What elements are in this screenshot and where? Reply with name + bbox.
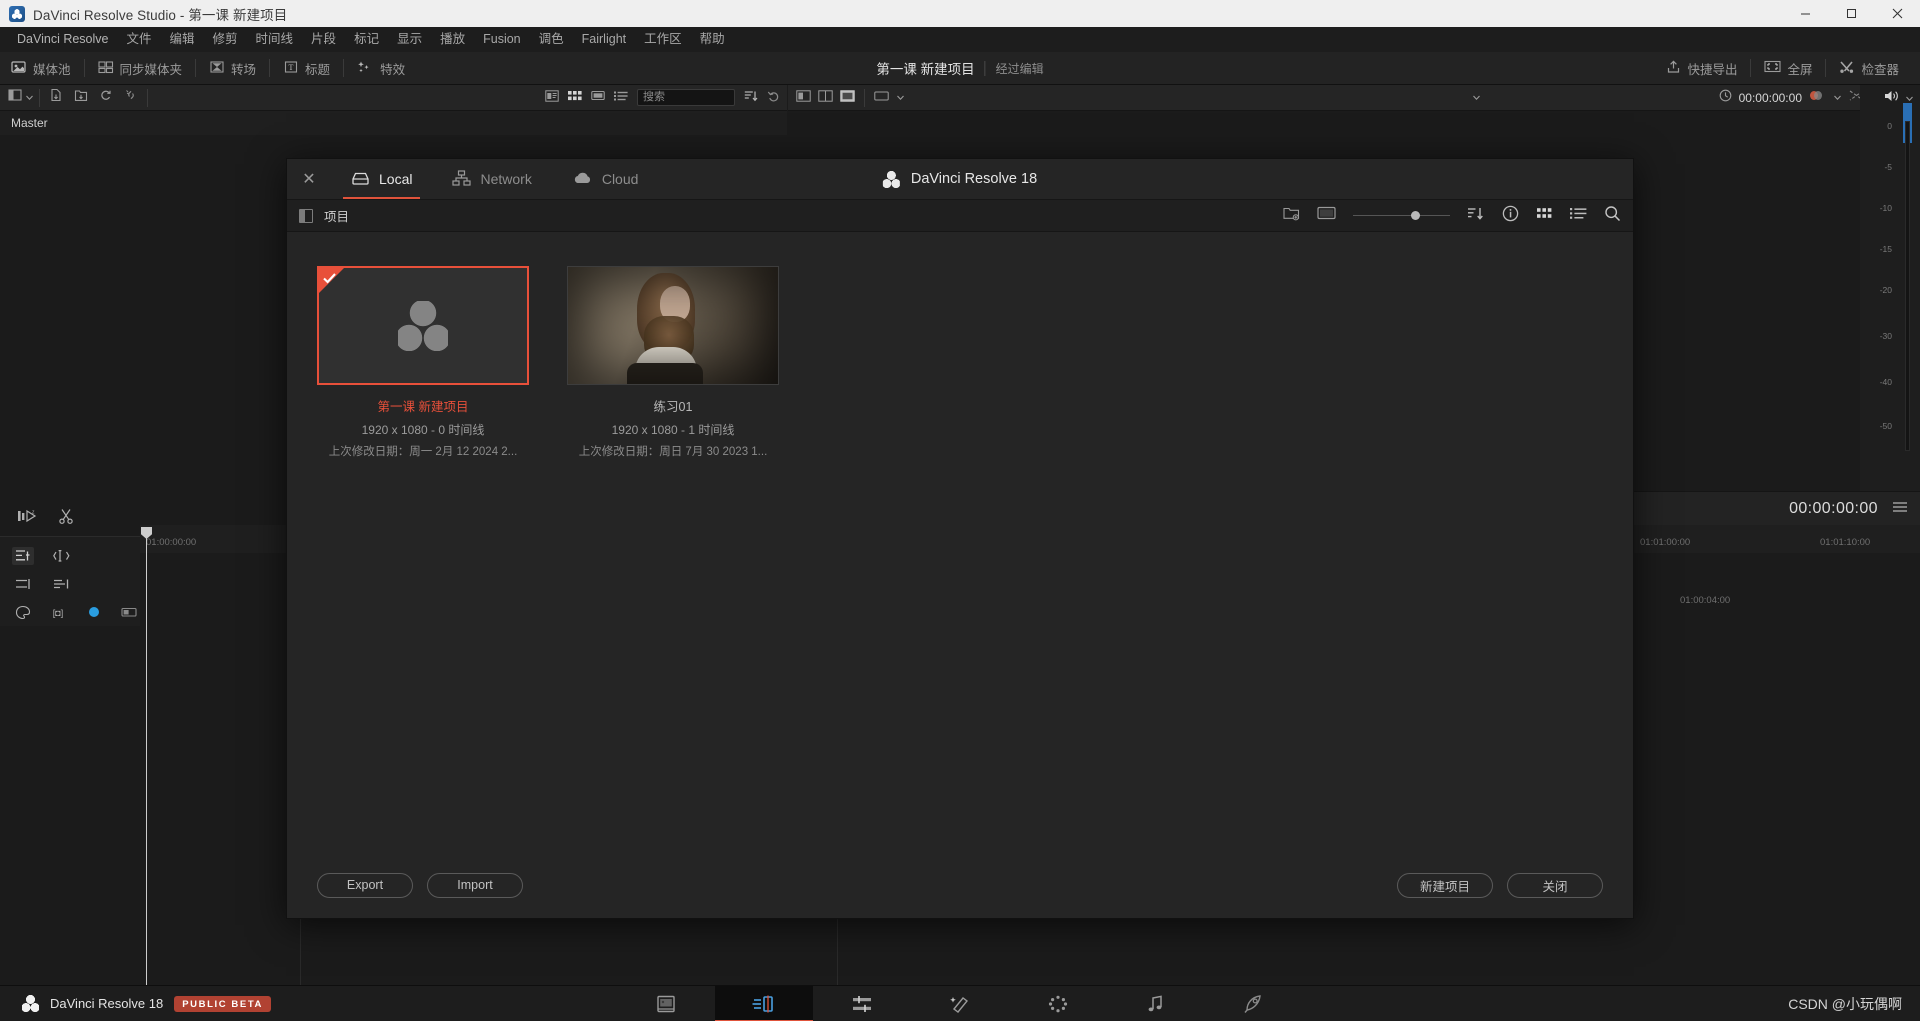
page-tab-fairlight[interactable] [1107,986,1205,1021]
close-dialog-button[interactable]: 关闭 [1507,872,1603,898]
slider-track [1353,214,1450,217]
slider-knob[interactable] [1411,211,1421,220]
status-bar-brand: DaVinci Resolve 18 PUBLIC BETA [0,995,271,1012]
grid-view-icon[interactable] [1536,206,1553,226]
export-button[interactable]: Export [317,872,413,898]
cloud-icon [572,170,593,189]
tab-local-label: Local [379,171,413,187]
cut-page-icon [752,995,773,1012]
tab-network[interactable]: Network [432,159,551,199]
tab-cloud[interactable]: Cloud [552,159,659,199]
project-card-1[interactable]: 第一课 新建项目 1920 x 1080 - 0 时间线 上次修改日期：周一 2… [317,266,529,459]
selected-corner-badge [319,268,344,293]
tab-local[interactable]: Local [331,159,432,199]
project-resolution: 1920 x 1080 - 1 时间线 [611,423,735,437]
new-project-button[interactable]: 新建项目 [1397,872,1493,898]
close-icon[interactable]: ✕ [287,159,331,199]
page-tab-fusion[interactable] [911,986,1009,1021]
subtoolbar-left: 项目 [299,206,349,225]
footer-right-buttons: 新建项目 关闭 [1397,872,1603,898]
project-manager-header: ✕ Local Network Cloud DaVinci Resolve 18 [287,159,1633,199]
project-name: 练习01 [653,400,693,414]
project-thumbnail[interactable] [317,266,529,385]
display-icon[interactable] [1317,206,1336,226]
project-name: 第一课 新建项目 [377,400,469,414]
media-page-icon [657,995,675,1012]
project-manager-dialog: ✕ Local Network Cloud DaVinci Resolve 18… [286,158,1634,919]
network-icon [452,169,472,189]
project-manager-title-group: DaVinci Resolve 18 [882,170,1038,188]
list-view-icon[interactable] [1570,206,1587,226]
page-tab-deliver[interactable] [1205,986,1303,1021]
drive-icon [351,170,370,189]
tab-cloud-label: Cloud [601,171,639,187]
zoom-slider[interactable] [1353,209,1450,223]
subtoolbar-right [1283,205,1621,227]
davinci-logo-icon [398,300,448,351]
import-button[interactable]: Import [427,872,523,898]
project-resolution: 1920 x 1080 - 0 时间线 [361,423,485,437]
davinci-resolve-window: DaVinci Resolve Studio - 第一课 新建项目 DaVinc… [0,0,1920,1021]
sidebar-toggle-icon[interactable] [299,208,313,223]
check-icon [323,273,336,284]
sort-icon[interactable] [1467,206,1485,226]
project-grid-container[interactable]: 第一课 新建项目 1920 x 1080 - 0 时间线 上次修改日期：周一 2… [287,232,1633,852]
project-card-2[interactable]: 练习01 1920 x 1080 - 1 时间线 上次修改日期：周日 7月 30… [567,266,779,459]
color-page-icon [1048,995,1068,1012]
info-icon[interactable] [1502,205,1519,227]
portrait-photo [568,267,778,384]
app-name-label: DaVinci Resolve 18 [50,996,164,1011]
tab-network-label: Network [480,171,532,187]
public-beta-badge: PUBLIC BETA [174,995,271,1012]
page-tab-media[interactable] [617,986,715,1021]
edit-page-icon [853,995,871,1012]
projects-label: 项目 [324,210,350,224]
fairlight-page-icon [1148,994,1162,1011]
davinci-logo-icon [22,995,39,1012]
project-manager-title: DaVinci Resolve 18 [910,171,1038,187]
search-icon[interactable] [1604,205,1621,227]
page-tab-color[interactable] [1009,986,1107,1021]
footer-left-buttons: Export Import [317,872,523,898]
deliver-page-icon [1244,994,1261,1013]
page-tab-cut[interactable] [715,985,813,1021]
new-folder-icon[interactable] [1283,206,1300,226]
project-grid: 第一课 新建项目 1920 x 1080 - 0 时间线 上次修改日期：周一 2… [317,266,1633,459]
project-manager-footer: Export Import 新建项目 关闭 [287,852,1633,918]
project-thumbnail[interactable] [567,266,779,385]
project-modified-date: 上次修改日期：周一 2月 12 2024 2... [328,446,518,458]
project-manager-subtoolbar: 项目 [287,199,1633,232]
fusion-page-icon [950,996,969,1013]
status-bar: DaVinci Resolve 18 PUBLIC BETA CSDN @小玩偶… [0,985,1920,1021]
project-modified-date: 上次修改日期：周日 7月 30 2023 1... [578,446,768,458]
page-switcher [617,985,1303,1021]
davinci-logo-icon [882,170,900,188]
page-tab-edit[interactable] [813,986,911,1021]
watermark-label: CSDN @小玩偶啊 [1788,995,1902,1012]
